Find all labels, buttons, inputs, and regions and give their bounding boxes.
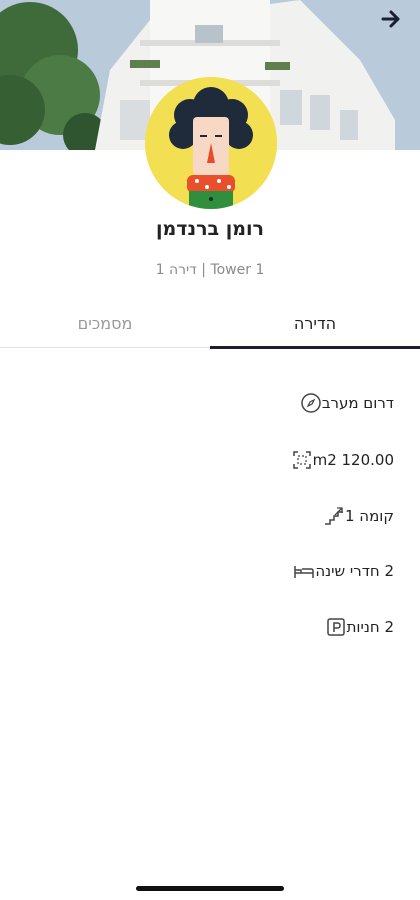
detail-text: m2 120.00	[312, 451, 394, 469]
bed-icon	[293, 560, 315, 582]
back-button[interactable]	[380, 8, 410, 38]
compass-icon	[300, 392, 322, 414]
tab-bar: הדירה מסמכים	[0, 305, 420, 349]
detail-text: 2 חדרי שינה	[315, 562, 394, 580]
profile-name: רומן ברנדמן	[156, 218, 264, 240]
home-indicator[interactable]	[136, 886, 284, 891]
avatar-illustration	[145, 77, 277, 209]
stairs-icon	[323, 505, 345, 527]
detail-area: m2 120.00	[283, 447, 394, 473]
profile-subtitle: Tower 1 | דירה 1	[155, 262, 265, 278]
detail-direction: דרום מערב	[292, 390, 394, 416]
detail-bedrooms: 2 חדרי שינה	[285, 558, 394, 584]
area-icon	[291, 449, 313, 471]
detail-text: 2 חניות	[346, 618, 394, 636]
detail-text: דרום מערב	[321, 394, 394, 412]
tab-documents[interactable]: מסמכים	[0, 305, 210, 347]
detail-floor: קומה 1	[315, 503, 394, 529]
tab-apartment[interactable]: הדירה	[210, 305, 420, 349]
parking-icon	[325, 616, 347, 638]
detail-parking: 2 חניות	[317, 614, 394, 640]
arrow-right-icon	[381, 10, 400, 28]
avatar	[145, 77, 277, 209]
detail-text: קומה 1	[344, 507, 394, 525]
